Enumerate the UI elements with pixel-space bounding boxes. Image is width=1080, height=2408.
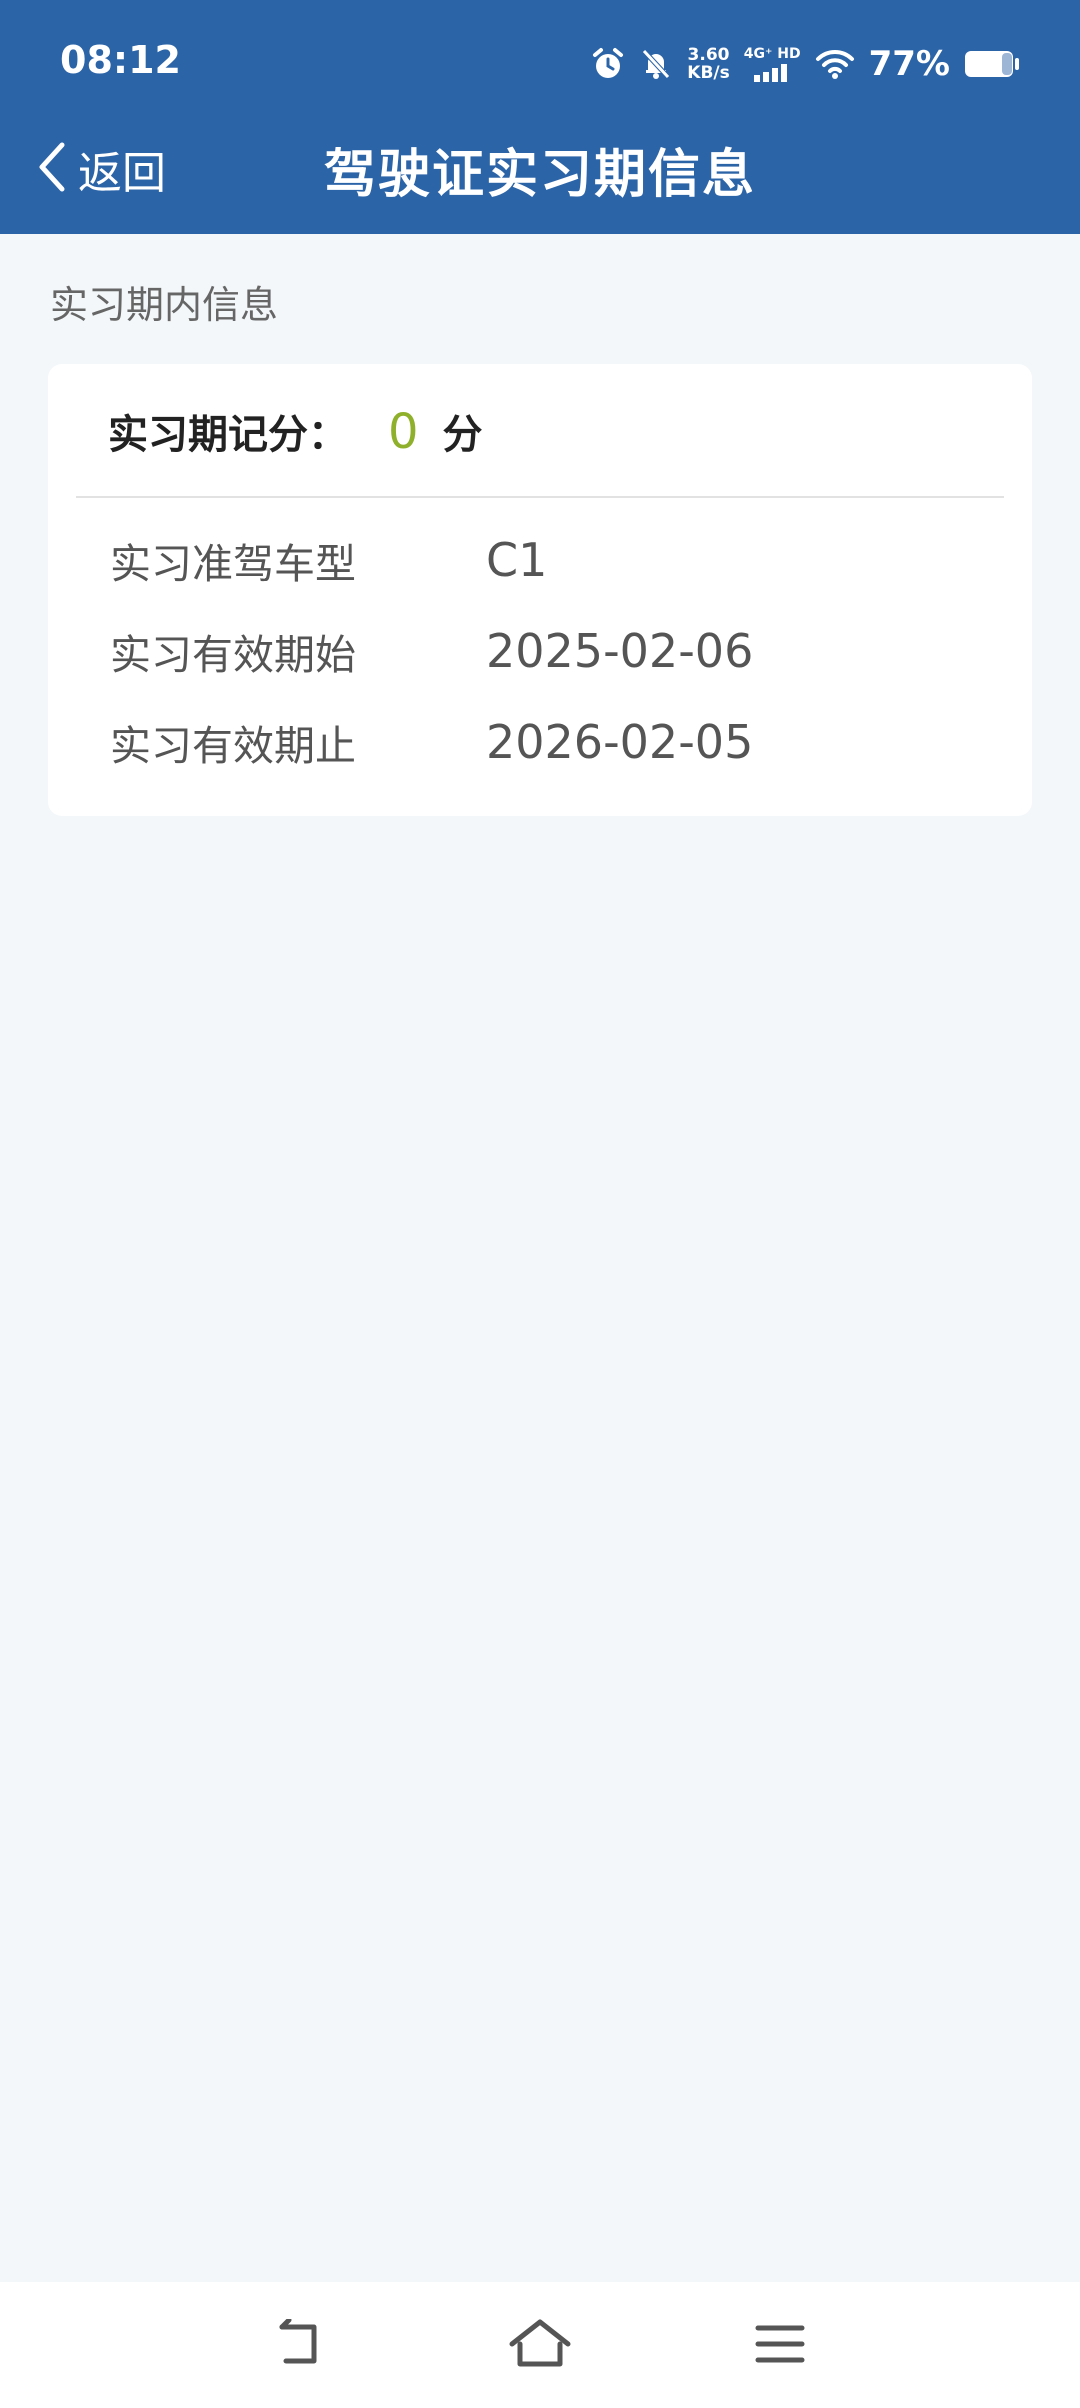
system-home-button[interactable] — [505, 2312, 575, 2376]
score-unit: 分 — [442, 412, 483, 458]
back-icon — [279, 2319, 317, 2364]
internship-info-card: 实习期记分： 0 分 实习准驾车型 C1 实习有效期始 2025-02-06 实… — [48, 364, 1032, 816]
network-speed: 3.60 KB/s — [687, 46, 729, 82]
app-header: 08:12 3.60 KB/s 4G⁺ HD 77% 返回 驾驶证实习期信息 — [0, 0, 1080, 234]
status-icons: 3.60 KB/s 4G⁺ HD 77% — [591, 42, 1020, 86]
info-value: C1 — [486, 533, 548, 587]
score-label: 实习期记分： — [108, 412, 348, 458]
system-nav-bar — [0, 2282, 1080, 2408]
home-icon — [509, 2319, 571, 2367]
system-menu-button[interactable] — [745, 2312, 815, 2376]
info-value: 2026-02-05 — [486, 715, 754, 769]
wifi-icon — [815, 48, 855, 80]
cellular-signal-icon: 4G⁺ HD — [744, 46, 801, 82]
info-label: 实习有效期始 — [110, 631, 356, 679]
mute-bell-icon — [639, 47, 673, 81]
score-value: 0 — [388, 404, 419, 460]
speed-unit: KB/s — [687, 63, 730, 83]
info-row-valid-from: 实习有效期始 2025-02-06 — [110, 621, 753, 681]
section-label: 实习期内信息 — [50, 283, 279, 327]
info-label: 实习有效期止 — [110, 722, 356, 770]
divider — [76, 496, 1004, 498]
info-row-valid-until: 实习有效期止 2026-02-05 — [110, 712, 753, 772]
menu-icon — [755, 2325, 805, 2363]
alarm-icon — [591, 47, 625, 81]
system-back-button[interactable] — [265, 2312, 335, 2376]
info-label: 实习准驾车型 — [110, 540, 356, 588]
page-title: 驾驶证实习期信息 — [323, 145, 756, 205]
status-time: 08:12 — [60, 38, 181, 82]
info-value: 2025-02-06 — [486, 624, 754, 678]
network-type: 4G⁺ HD — [743, 46, 801, 62]
battery-icon — [964, 49, 1020, 79]
battery-percent: 77% — [868, 44, 950, 84]
speed-value: 3.60 — [687, 45, 730, 65]
info-row-vehicle-class: 实习准驾车型 C1 — [110, 530, 547, 590]
score-row: 实习期记分： 0 分 — [108, 402, 483, 472]
